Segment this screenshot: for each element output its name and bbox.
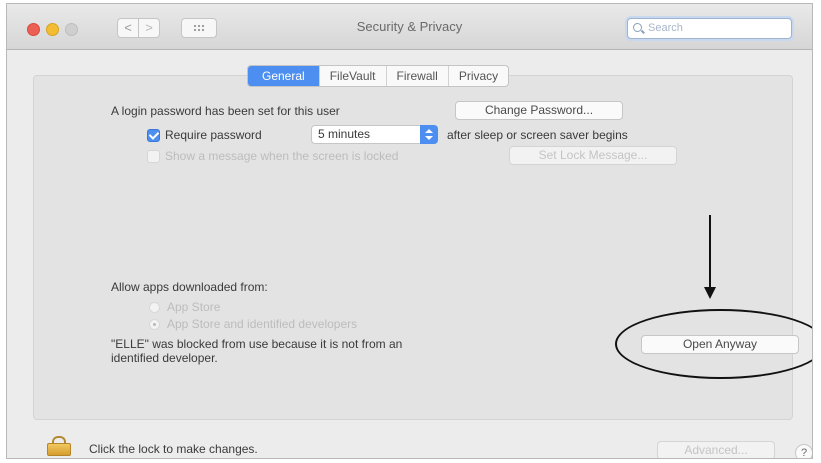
show-message-label: Show a message when the screen is locked [165, 149, 399, 163]
tab-general[interactable]: General [248, 66, 320, 86]
help-icon: ? [800, 447, 808, 459]
search-placeholder: Search [648, 22, 683, 34]
radio-app-store-label: App Store [167, 300, 221, 314]
tab-filevault[interactable]: FileVault [320, 66, 387, 86]
after-sleep-text: after sleep or screen saver begins [447, 128, 628, 142]
lock-body [47, 443, 71, 456]
arrow-head-annotation [704, 287, 716, 299]
down-arrow-annotation [709, 215, 711, 290]
change-password-button[interactable]: Change Password... [455, 101, 623, 120]
require-password-label: Require password [165, 128, 262, 142]
search-field[interactable]: Search [627, 18, 792, 39]
advanced-button[interactable]: Advanced... [657, 441, 775, 458]
highlight-ellipse-annotation [615, 309, 812, 379]
title-bar: < > Security & Privacy Search [7, 4, 812, 50]
require-password-delay-value: 5 minutes [318, 127, 371, 141]
show-message-checkbox[interactable] [147, 150, 160, 163]
tab-bar: General FileVault Firewall Privacy [247, 65, 510, 87]
require-password-checkbox[interactable] [147, 129, 160, 142]
search-icon [633, 23, 642, 32]
help-button[interactable]: ? [795, 444, 812, 459]
radio-identified-developers[interactable] [149, 319, 160, 330]
tab-privacy[interactable]: Privacy [449, 66, 508, 86]
require-password-delay-select[interactable]: 5 minutes [311, 125, 438, 144]
tab-firewall[interactable]: Firewall [387, 66, 449, 86]
blocked-message-line2: identified developer. [111, 351, 218, 365]
blocked-message-line1: "ELLE" was blocked from use because it i… [111, 337, 403, 351]
lock-text: Click the lock to make changes. [89, 442, 258, 456]
set-lock-message-button[interactable]: Set Lock Message... [509, 146, 677, 165]
radio-identified-developers-label: App Store and identified developers [167, 317, 358, 331]
lock-icon[interactable] [47, 436, 71, 456]
login-password-text: A login password has been set for this u… [111, 104, 340, 118]
security-privacy-window: < > Security & Privacy Search General Fi… [6, 3, 813, 459]
radio-app-store[interactable] [149, 302, 160, 313]
popup-arrows-icon [420, 125, 438, 144]
allow-apps-heading: Allow apps downloaded from: [111, 280, 268, 294]
